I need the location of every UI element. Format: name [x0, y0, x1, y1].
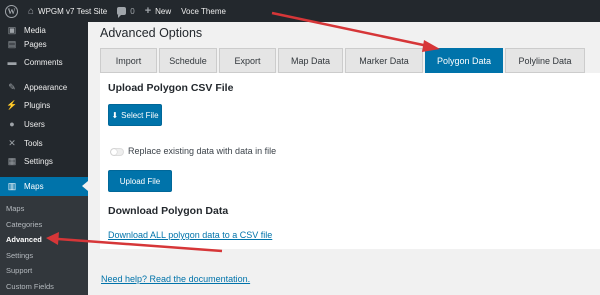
pages-icon: ▤ [7, 38, 17, 49]
settings-icon: ▦ [7, 155, 17, 166]
submenu-item-categories[interactable]: Categories [6, 220, 42, 229]
tab-export[interactable]: Export [219, 48, 276, 73]
users-icon: ● [9, 119, 15, 129]
comments-icon: ▬ [7, 57, 17, 67]
theme-menu[interactable]: Voce Theme [176, 0, 231, 22]
maps-icon: ▥ [7, 181, 17, 191]
plus-icon: + [144, 5, 152, 17]
new-label: New [155, 6, 172, 16]
replace-data-toggle[interactable] [110, 148, 124, 156]
sidebar-item-plugins[interactable]: ⚡ Plugins [0, 96, 88, 114]
upload-file-button[interactable]: Upload File [108, 170, 172, 192]
submenu-item-advanced[interactable]: Advanced [6, 235, 42, 244]
help-documentation-link[interactable]: Need help? Read the documentation. [101, 274, 250, 284]
tab-schedule[interactable]: Schedule [159, 48, 217, 73]
tab-import[interactable]: Import [100, 48, 157, 73]
page-title: Advanced Options [100, 26, 203, 40]
media-icon: ▣ [7, 24, 17, 35]
sidebar-item-comments[interactable]: ▬ Comments [0, 53, 88, 71]
new-content-menu[interactable]: + New [140, 0, 176, 22]
submenu-item-maps[interactable]: Maps [6, 204, 24, 213]
upload-heading: Upload Polygon CSV File [108, 82, 234, 94]
download-arrow-icon: ⬇ [111, 110, 119, 120]
tab-polyline-data[interactable]: Polyline Data [505, 48, 585, 73]
comment-bubble-icon [117, 7, 127, 18]
admin-sidebar: ▣ Media ▤ Pages ▬ Comments ✎ Appearance … [0, 22, 88, 295]
wp-logo-menu[interactable]: W [0, 0, 23, 22]
sidebar-item-pages[interactable]: ▤ Pages [0, 35, 88, 53]
submenu-item-settings[interactable]: Settings [6, 251, 33, 260]
submenu-item-custom-fields[interactable]: Custom Fields [6, 282, 54, 291]
sidebar-item-settings[interactable]: ▦ Settings [0, 152, 88, 170]
replace-data-label: Replace existing data with data in file [128, 146, 277, 156]
home-icon: ⌂ [28, 5, 35, 17]
sidebar-item-appearance[interactable]: ✎ Appearance [0, 78, 88, 96]
admin-bar: W ⌂ WPGM v7 Test Site 0 + New Voce Theme [0, 0, 600, 22]
wordpress-logo-icon: W [5, 4, 18, 18]
theme-label: Voce Theme [181, 6, 226, 16]
site-name-menu[interactable]: ⌂ WPGM v7 Test Site [23, 0, 112, 22]
download-heading: Download Polygon Data [108, 205, 229, 217]
tab-map-data[interactable]: Map Data [278, 48, 343, 73]
polygon-data-panel: Upload Polygon CSV File ⬇ Select File Re… [100, 73, 600, 249]
site-name: WPGM v7 Test Site [38, 6, 108, 16]
tab-marker-data[interactable]: Marker Data [345, 48, 423, 73]
select-file-label: Select File [121, 110, 159, 120]
appearance-icon: ✎ [8, 81, 16, 92]
sidebar-item-maps[interactable]: ▥ Maps [0, 177, 88, 196]
plugins-icon: ⚡ [6, 99, 18, 110]
sidebar-item-tools[interactable]: ✕ Tools [0, 134, 88, 152]
comments-count: 0 [130, 6, 135, 16]
maps-submenu: Maps Categories Advanced Settings Suppor… [0, 196, 88, 295]
tab-polygon-data[interactable]: Polygon Data [425, 48, 503, 73]
sidebar-item-users[interactable]: ● Users [0, 115, 88, 133]
submenu-item-support[interactable]: Support [6, 266, 32, 275]
tools-icon: ✕ [8, 137, 16, 148]
download-csv-link[interactable]: Download ALL polygon data to a CSV file [108, 230, 272, 240]
select-file-button[interactable]: ⬇ Select File [108, 104, 162, 126]
comments-menu[interactable]: 0 [112, 0, 139, 22]
